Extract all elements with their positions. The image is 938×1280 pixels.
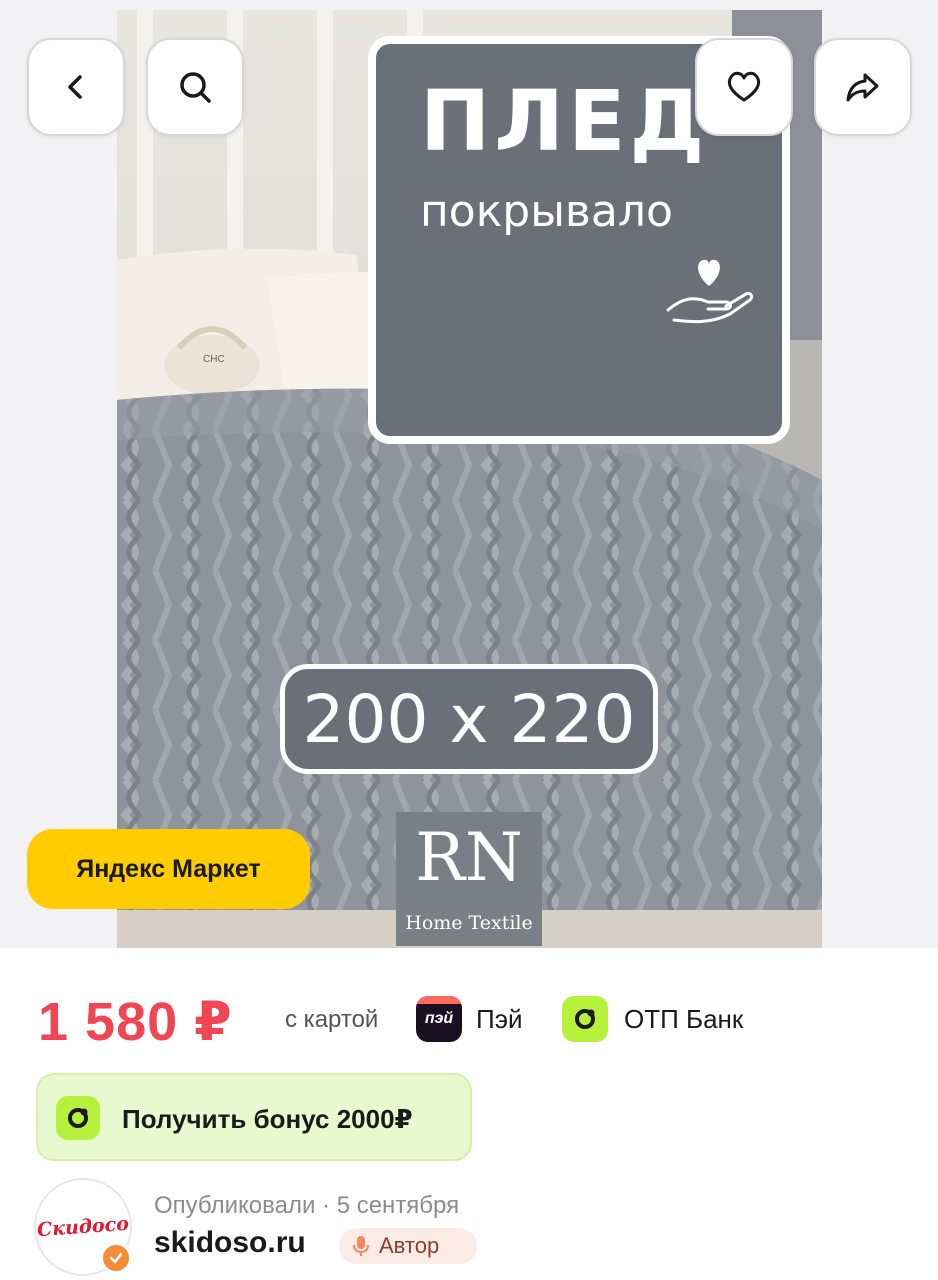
bonus-label: Получить бонус 2000₽	[122, 1104, 413, 1134]
published-date: Опубликовали · 5 сентября	[154, 1192, 460, 1219]
pay-label: Пэй	[476, 1004, 523, 1034]
size-badge: 200 x 220	[280, 664, 658, 774]
size-text: 200 x 220	[302, 680, 636, 758]
chevron-left-icon	[68, 75, 82, 99]
verified-icon	[100, 1242, 132, 1274]
price-amount: 1 580 ₽	[38, 992, 233, 1052]
price-row: 1 580 ₽ с картой пэй Пэй ОТП Банк	[38, 990, 918, 1052]
share-arrow-icon	[846, 73, 879, 102]
search-icon	[180, 72, 211, 103]
otp-ring-icon	[68, 1108, 88, 1128]
headline-title: ПЛЕД	[420, 72, 709, 170]
otp-bonus-icon	[56, 1096, 100, 1140]
author-chip: Автор	[339, 1228, 477, 1264]
bank-label: ОТП Банк	[624, 1004, 744, 1034]
favorite-button[interactable]	[695, 38, 793, 136]
bonus-button[interactable]: Получить бонус 2000₽	[36, 1073, 472, 1161]
store-badge[interactable]: Яндекс Маркет	[27, 829, 310, 909]
pay-logo-text: пэй	[424, 1010, 454, 1027]
product-gallery[interactable]: CHC ПЛЕД покрывало 200 x 220 RN Home Tex…	[0, 0, 938, 948]
with-card-label: с картой	[285, 1006, 379, 1033]
avatar-logo-text: Скидосо	[36, 1212, 130, 1242]
microphone-icon	[353, 1236, 369, 1256]
share-button[interactable]	[814, 38, 912, 136]
brand-subtitle: Home Textile	[405, 912, 533, 934]
author-chip-label: Автор	[379, 1233, 440, 1258]
brand-logo: RN Home Textile	[396, 812, 542, 946]
back-button[interactable]	[27, 38, 125, 136]
headline-subtitle: покрывало	[420, 186, 673, 237]
brand-mark: RN	[415, 819, 523, 896]
otp-bank-icon	[562, 996, 608, 1042]
publisher-name[interactable]: skidoso.ru	[154, 1226, 306, 1260]
heart-icon	[727, 71, 761, 102]
store-badge-label: Яндекс Маркет	[76, 854, 261, 883]
otp-ring-icon	[575, 1009, 595, 1029]
pay-logo-icon: пэй	[416, 996, 462, 1042]
checkmark-icon	[109, 1252, 123, 1264]
photo-lettering: CHC	[203, 354, 225, 365]
search-button[interactable]	[146, 38, 244, 136]
heart-hand-icon	[666, 259, 754, 324]
